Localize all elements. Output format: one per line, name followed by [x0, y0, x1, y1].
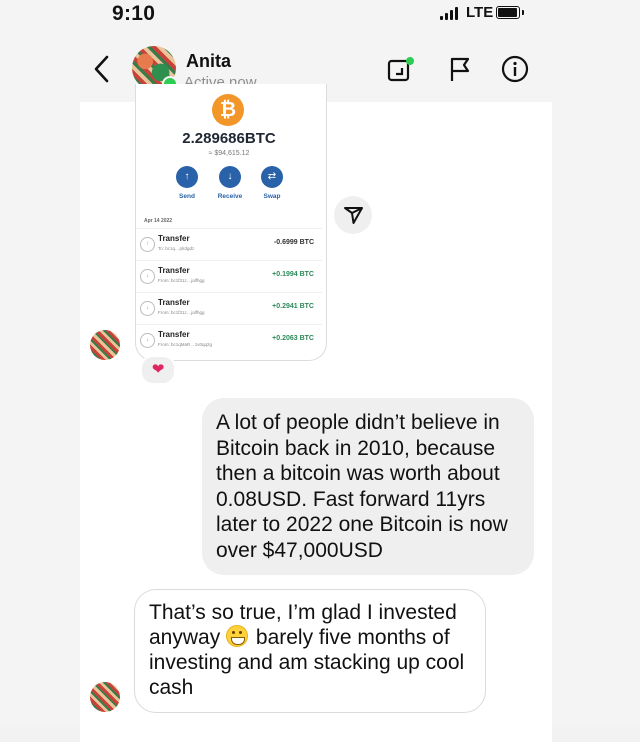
send-label: Send: [179, 193, 195, 200]
transaction-address: To: bc1q…plrdgdz: [158, 246, 195, 251]
back-chevron-icon[interactable]: [92, 54, 112, 84]
transaction-address: From: bc1qMaR…1v0qq2g: [158, 342, 213, 347]
shared-wallet-screenshot[interactable]: ₿ 2.289686BTC ≈ $94,615.12 ↑ ↓ ⇄ Send Re…: [135, 84, 327, 361]
network-label: LTE: [466, 4, 494, 21]
info-icon[interactable]: [500, 54, 530, 84]
transaction-amount: +0.2941 BTC: [272, 303, 314, 310]
send-arrow-icon: ↑: [176, 166, 198, 188]
outgoing-message[interactable]: A lot of people didn’t believe in Bitcoi…: [202, 398, 534, 575]
transaction-row: ↓ Transfer From: bc1qMaR…1v0qq2g +0.2063…: [136, 324, 322, 355]
transfer-icon: ↓: [140, 333, 155, 348]
transaction-row: ↑ Transfer To: bc1q…plrdgdz -0.6999 BTC: [136, 228, 322, 259]
transaction-row: ↓ Transfer From: bc1f31z…jalfhgg +0.1994…: [136, 260, 322, 291]
transaction-amount: +0.1994 BTC: [272, 271, 314, 278]
share-button[interactable]: [334, 196, 372, 234]
wallet-balance: 2.289686BTC: [182, 130, 276, 147]
battery-icon: [496, 6, 520, 19]
transaction-title: Transfer: [158, 234, 190, 243]
transaction-amount: -0.6999 BTC: [273, 239, 314, 246]
transaction-title: Transfer: [158, 330, 190, 339]
grinning-face-emoji-icon: [226, 625, 249, 647]
receive-label: Receive: [217, 193, 243, 200]
signal-icon: [440, 6, 460, 20]
incoming-message[interactable]: That’s so true, I’m glad I invested anyw…: [134, 589, 486, 713]
transaction-amount: +0.2063 BTC: [272, 335, 314, 342]
swap-label: Swap: [263, 193, 281, 200]
contact-name[interactable]: Anita: [186, 51, 231, 72]
transaction-title: Transfer: [158, 266, 190, 275]
transaction-address: From: bc1f31z…jalfhgg: [158, 310, 205, 315]
transactions-date: Apr 14 2022: [144, 218, 173, 224]
battery-tip: [522, 10, 524, 15]
sender-avatar[interactable]: [90, 330, 120, 360]
bitcoin-logo-icon: ₿: [212, 94, 244, 126]
transfer-icon: ↑: [140, 237, 155, 252]
sender-avatar[interactable]: [90, 682, 120, 712]
swap-arrows-icon: ⇄: [261, 166, 283, 188]
transaction-address: From: bc1f31z…jalfhgg: [158, 278, 205, 283]
transaction-title: Transfer: [158, 298, 190, 307]
receive-arrow-icon: ↓: [219, 166, 241, 188]
video-call-icon[interactable]: [386, 54, 416, 84]
status-time: 9:10: [112, 2, 156, 25]
heart-reaction-icon[interactable]: ❤: [140, 355, 176, 385]
transaction-row: ↓ Transfer From: bc1f31z…jalfhgg +0.2941…: [136, 292, 322, 323]
flag-icon[interactable]: [446, 54, 476, 84]
wallet-fiat-value: ≈ $94,615.12: [208, 150, 250, 157]
transfer-icon: ↓: [140, 269, 155, 284]
transfer-icon: ↓: [140, 301, 155, 316]
